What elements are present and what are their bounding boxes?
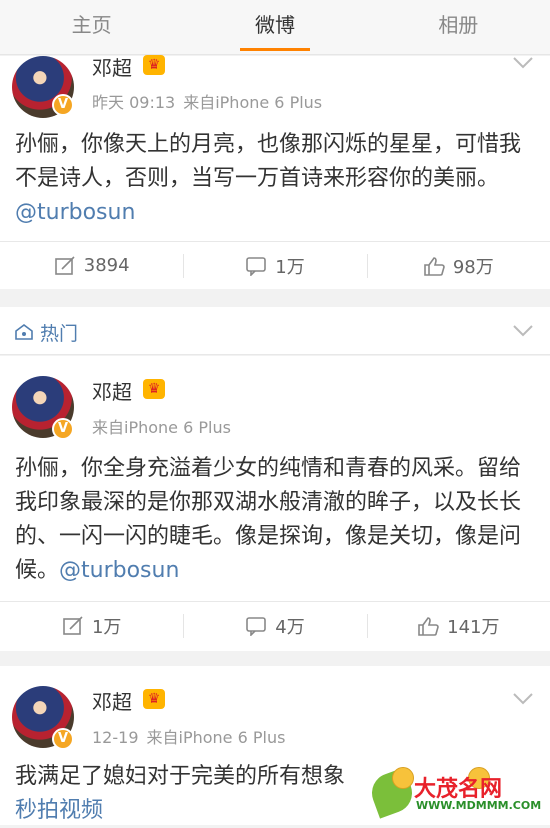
repost-count: 1万	[91, 616, 122, 638]
author-name[interactable]: 邓超	[92, 376, 132, 405]
chevron-down-icon[interactable]	[512, 56, 534, 70]
video-link[interactable]: 秒拍视频	[15, 798, 103, 823]
post-meta: 12-19 来自iPhone 6 Plus	[92, 724, 285, 748]
comment-count: 4万	[275, 616, 305, 638]
post-text: 孙俪，你全身充溢着少女的纯情和青春的风采。留给我印象最深的是你那双湖水般清澈的眸…	[15, 452, 537, 588]
hot-icon	[15, 324, 33, 340]
like-button[interactable]: 141万	[366, 602, 550, 649]
hot-label: 热门	[40, 323, 79, 345]
hot-section-header[interactable]: 热门	[0, 307, 550, 355]
post-source: 来自iPhone 6 Plus	[146, 728, 286, 747]
post-header: V 邓超 ♛ 昨天 09:13 来自iPhone 6 Plus	[0, 55, 550, 122]
post-time: 昨天 09:13	[92, 93, 176, 112]
mention-link[interactable]: @turbosun	[15, 200, 135, 225]
watermark-logo: 大茂名网 WWW.MDMMM.COM	[366, 767, 542, 819]
post-time: 12-19	[92, 728, 139, 747]
post-meta: 昨天 09:13 来自iPhone 6 Plus	[92, 89, 322, 113]
profile-tab-bar: 主页 微博 相册	[0, 0, 550, 55]
verified-badge-icon: V	[52, 728, 74, 750]
post-text: 孙俪，你像天上的月亮，也像那闪烁的星星，可惜我不是诗人，否则，当写一万首诗来形容…	[15, 128, 537, 230]
repost-icon	[54, 255, 75, 275]
crown-icon: ♛	[143, 379, 165, 399]
chevron-down-icon[interactable]	[512, 324, 534, 338]
smiley-emoji-icon	[392, 767, 414, 789]
repost-count: 3894	[83, 255, 130, 276]
verified-badge-icon: V	[52, 418, 74, 440]
repost-button[interactable]: 3894	[0, 242, 183, 289]
tab-weibo[interactable]: 微博	[183, 0, 366, 54]
post-actions: 1万 4万 141万	[0, 601, 550, 649]
post-header: V 邓超 ♛ 12-19 来自iPhone 6 Plus	[0, 666, 550, 750]
post-header: V 邓超 ♛ 来自iPhone 6 Plus	[0, 356, 550, 440]
verified-badge-icon: V	[52, 94, 74, 116]
author-name[interactable]: 邓超	[92, 52, 132, 81]
watermark-url: WWW.MDMMM.COM	[416, 799, 542, 812]
comment-icon	[246, 256, 267, 276]
like-count: 98万	[452, 256, 494, 278]
post-actions: 3894 1万 98万	[0, 241, 550, 289]
author-name[interactable]: 邓超	[92, 686, 132, 715]
post-meta: 来自iPhone 6 Plus	[92, 414, 231, 438]
post-text-body: 我满足了媳妇对于完美的所有想象	[15, 764, 346, 789]
thumbs-up-icon	[418, 616, 439, 636]
comment-count: 1万	[275, 256, 305, 278]
comment-button[interactable]: 1万	[183, 242, 366, 289]
comment-icon	[246, 616, 267, 636]
like-count: 141万	[447, 616, 500, 638]
post-card: V 邓超 ♛ 来自iPhone 6 Plus 孙俪，你全身充溢着少女的纯情和青春…	[0, 356, 550, 651]
comment-button[interactable]: 4万	[183, 602, 366, 649]
repost-icon	[63, 615, 83, 635]
post-text-body: 孙俪，你像天上的月亮，也像那闪烁的星星，可惜我不是诗人，否则，当写一万首诗来形容…	[15, 132, 522, 191]
crown-icon: ♛	[143, 689, 165, 709]
tab-home[interactable]: 主页	[0, 0, 183, 54]
post-card: V 邓超 ♛ 12-19 来自iPhone 6 Plus 我满足了媳妇对于完美的所…	[0, 666, 550, 825]
repost-button[interactable]: 1万	[0, 602, 183, 649]
like-button[interactable]: 98万	[366, 242, 550, 289]
chevron-down-icon[interactable]	[512, 692, 534, 706]
tab-album[interactable]: 相册	[367, 0, 550, 54]
post-source: 来自iPhone 6 Plus	[92, 418, 231, 437]
mention-link[interactable]: @turbosun	[59, 558, 179, 583]
post-source: 来自iPhone 6 Plus	[183, 93, 323, 112]
thumbs-up-icon	[424, 256, 445, 276]
crown-icon: ♛	[143, 55, 165, 75]
post-card: V 邓超 ♛ 昨天 09:13 来自iPhone 6 Plus 孙俪，你像天上的月…	[0, 55, 550, 289]
